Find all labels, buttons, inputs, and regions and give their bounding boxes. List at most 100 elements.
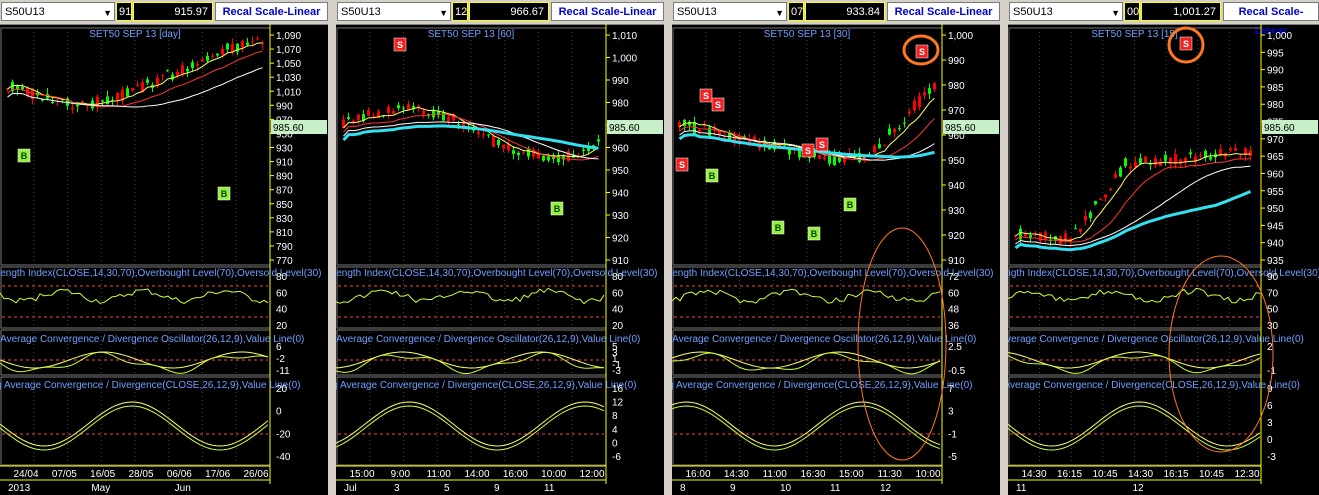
chart-canvas[interactable]: SET50 SEP 13 [15]1,000995990985980975970… (1008, 24, 1319, 495)
candle (913, 100, 916, 111)
rsi-tick-label: 20 (276, 321, 288, 332)
price-tick-label: 1,000 (1267, 31, 1292, 42)
macd-label: Moving Average Convergence / Divergence(… (1008, 380, 1300, 391)
period-tick-label: Jun (175, 483, 191, 494)
recal-scale-button[interactable]: Recal Scale-Linear (215, 2, 328, 21)
current-price-label: 985.60 (945, 123, 976, 134)
macd-osc-tick-label: 6 (276, 342, 282, 353)
symbol-select[interactable]: S50U13 ▼ (337, 2, 451, 21)
macd-osc-tick-label: -0.5 (948, 366, 966, 377)
candle (251, 41, 254, 43)
time-tick-label: 11:00 (427, 469, 452, 480)
candle (81, 101, 84, 103)
period-tick-label: 12 (1133, 483, 1145, 494)
time-tick-label: 10:00 (915, 469, 940, 480)
time-tick-label: 10:45 (1199, 469, 1224, 480)
current-price-label: 985.60 (1264, 123, 1295, 134)
signal-label: S (703, 91, 709, 101)
candle (507, 144, 510, 151)
signal-label: S (1183, 39, 1189, 49)
symbol-select[interactable]: S50U13 ▼ (1009, 2, 1123, 21)
candle (136, 85, 139, 87)
candle (51, 101, 54, 103)
price-tick-label: 960 (612, 144, 629, 155)
candle (106, 96, 109, 105)
symbol-label: S50U13 (341, 6, 381, 18)
time-tick-label: 12:00 (579, 469, 604, 480)
rsi-label: Relative Strength Index(CLOSE,14,30,70),… (0, 268, 321, 279)
chevron-down-icon[interactable]: ▼ (439, 4, 448, 23)
candle (492, 136, 495, 147)
price-tick-label: 955 (1267, 187, 1284, 198)
time-tick-label: 17/06 (205, 469, 230, 480)
price-tick-label: 930 (612, 211, 629, 222)
candle (903, 122, 906, 124)
price-tick-label: 970 (948, 106, 965, 117)
candle (1234, 148, 1237, 151)
chart-title: SET50 SEP 13 [day] (89, 29, 181, 40)
price-tick-label: 930 (276, 144, 293, 155)
time-tick-label: 14:00 (464, 469, 489, 480)
period-tick-label: May (91, 483, 110, 494)
candle (1079, 228, 1082, 232)
macd-tick-label: -1 (948, 429, 957, 440)
signal-label: B (811, 229, 818, 239)
macd-osc-tick-label: -2 (276, 354, 285, 365)
chevron-down-icon[interactable]: ▼ (103, 4, 112, 23)
candle (1084, 215, 1087, 221)
macd-tick-label: 16 (612, 384, 624, 395)
candle (457, 124, 460, 126)
chart-canvas[interactable]: SET50 SEP 13 [60]1,0101,0009909809709609… (336, 24, 664, 495)
symbol-select[interactable]: S50U13 ▼ (673, 2, 787, 21)
candle (161, 74, 164, 76)
candle (477, 131, 480, 134)
signal-label: S (919, 47, 925, 57)
candle (372, 115, 375, 117)
chart-canvas[interactable]: SET50 SEP 13 [30] 1,000990980970960950940… (672, 24, 1000, 495)
macd-tick-label: 3 (948, 407, 954, 418)
period-tick-label: 5 (444, 483, 450, 494)
period-tick-label: 8 (680, 483, 686, 494)
recal-scale-button[interactable]: Recal Scale-Linear (887, 2, 1000, 21)
candle (407, 104, 410, 110)
time-tick-label: 11:30 (878, 469, 903, 480)
rsi-label-text: Relative Strength Index(CLOSE,14,30,70),… (0, 268, 321, 279)
symbol-select[interactable]: S50U13 ▼ (1, 2, 115, 21)
rsi-line (0, 288, 269, 305)
recal-scale-button[interactable]: Recal Scale-Linear (1223, 2, 1319, 37)
rsi-tick-label: 40 (276, 305, 288, 316)
chart-title: SET50 SEP 13 [30] (764, 29, 851, 40)
candle (116, 92, 119, 101)
price-tick-label: 790 (276, 242, 293, 253)
time-tick-label: 14:30 (1128, 469, 1153, 480)
signal-label: B (847, 200, 854, 210)
candle (1109, 188, 1112, 190)
price-tick-label: 1,050 (276, 59, 301, 70)
price-tick-label: 935 (1267, 256, 1284, 267)
candle (1154, 158, 1157, 166)
price-tick-label: 950 (612, 166, 629, 177)
macd-label: Moving Average Convergence / Divergence(… (336, 380, 636, 391)
signal-label: B (709, 171, 716, 181)
chart-panel: S50U13 ▼ 07 933.84 Recal Scale-Linear SET50 S… (672, 0, 1000, 495)
partial-value: 00 (1124, 2, 1140, 21)
macd-osc-tick-label: -3 (612, 366, 621, 377)
chart-panel: S50U13 ▼ 00 1,001.27 Recal Scale-Linear SET50… (1008, 0, 1319, 495)
candle (708, 127, 711, 136)
rsi-tick-label: 72 (948, 272, 960, 283)
candle (1229, 148, 1232, 151)
last-price-value: 1,001.27 (1141, 2, 1221, 21)
signal-label: S (397, 40, 403, 50)
rsi-tick-label: 60 (276, 288, 288, 299)
price-tick-label: 990 (276, 101, 293, 112)
candle (918, 95, 921, 107)
macd-tick-label: -6 (612, 452, 621, 463)
candle (873, 145, 876, 153)
chevron-down-icon[interactable]: ▼ (775, 4, 784, 23)
chevron-down-icon[interactable]: ▼ (1111, 4, 1120, 23)
recal-scale-button[interactable]: Recal Scale-Linear (551, 2, 664, 21)
candle (156, 77, 159, 85)
price-tick-label: 990 (612, 76, 629, 87)
candle (1114, 173, 1117, 178)
chart-canvas[interactable]: SET50 SEP 13 [day] 1,090 1,070 1,050 1,030 1,… (0, 24, 328, 495)
